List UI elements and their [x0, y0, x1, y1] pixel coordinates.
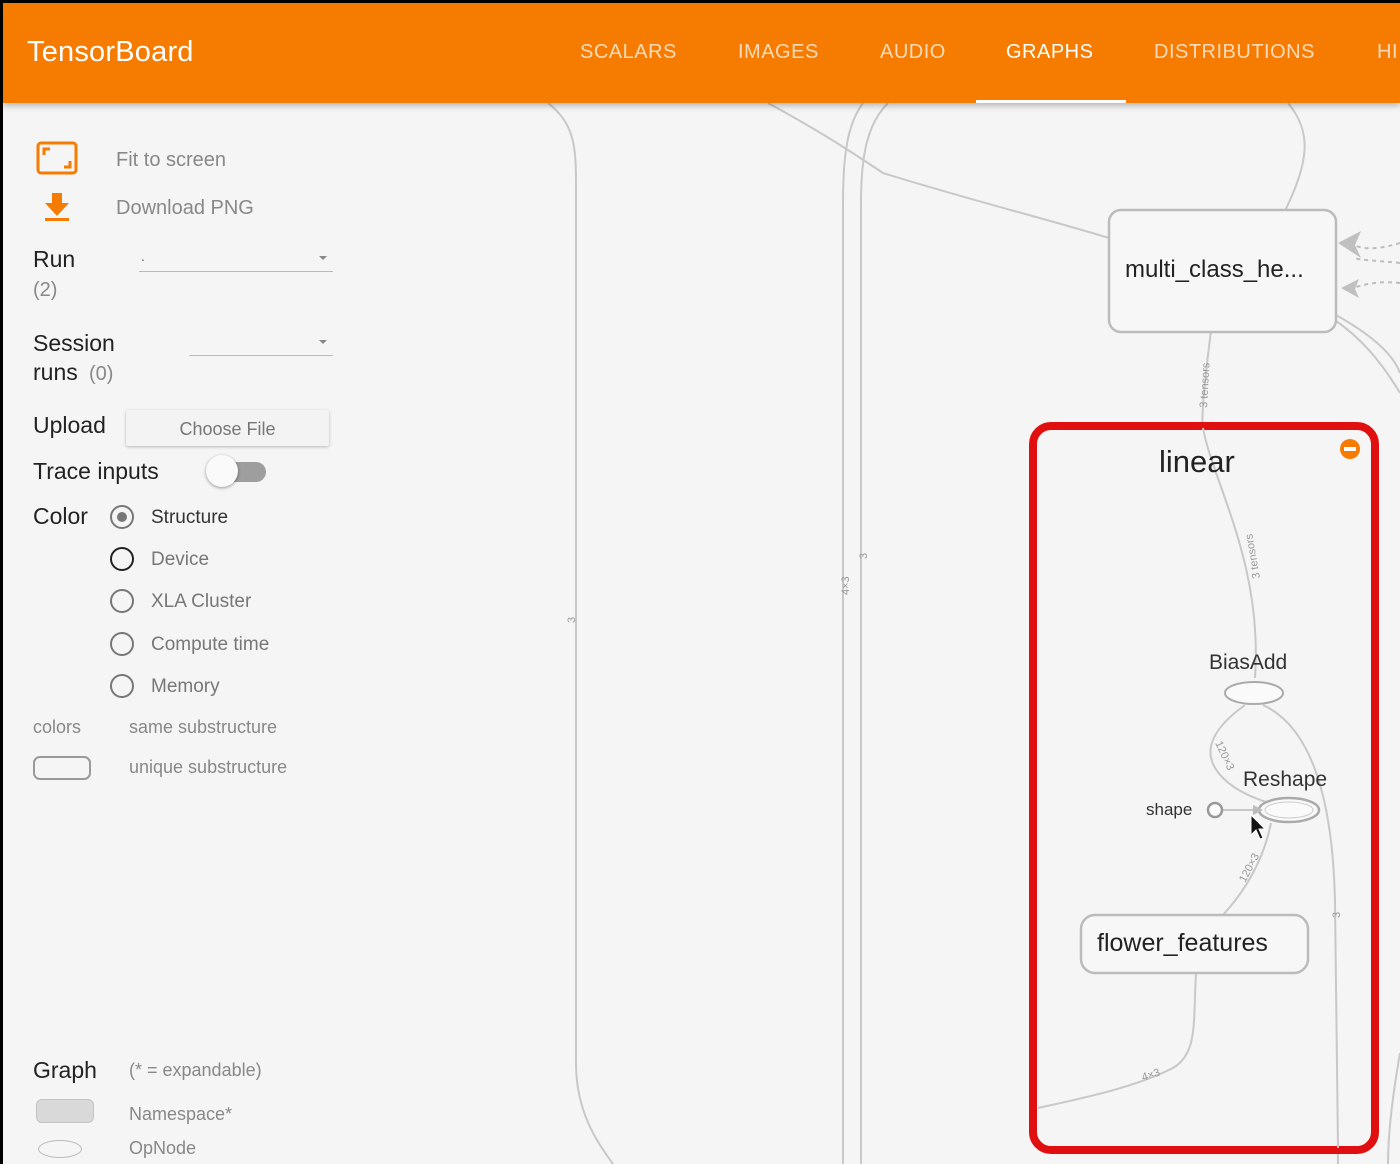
same-substructure-label: same substructure: [129, 717, 278, 737]
color-label: Color: [33, 503, 88, 529]
chevron-down-icon: [319, 256, 327, 260]
radio-label-device[interactable]: Device: [151, 549, 209, 571]
radio-label-xla-cluster[interactable]: XLA Cluster: [151, 591, 251, 613]
radio-selected-dot: [117, 512, 127, 522]
graph-edge: [1284, 103, 1306, 212]
biasadd-node: [1224, 681, 1284, 705]
graph-edge: [1335, 314, 1400, 374]
tab-audio[interactable]: AUDIO: [880, 41, 946, 64]
namespace-swatch: [36, 1099, 94, 1123]
fit-to-screen-icon[interactable]: [36, 141, 78, 175]
biasadd-label[interactable]: BiasAdd: [1209, 651, 1287, 675]
app-title: TensorBoard: [27, 36, 194, 68]
shape-label[interactable]: shape: [1146, 800, 1192, 820]
control-edge: [1352, 281, 1400, 289]
tab-histograms[interactable]: HI: [1377, 41, 1398, 64]
flower-features-label[interactable]: flower_features: [1097, 929, 1268, 958]
radio-device[interactable]: [110, 547, 134, 571]
multi-class-head-label[interactable]: multi_class_he...: [1125, 256, 1304, 284]
graph-edge: [547, 103, 614, 1164]
edge-label: 3: [858, 553, 870, 559]
sidebar: Fit to screen Download PNG Run (2) . Ses…: [3, 103, 383, 1164]
opnode-swatch: [38, 1140, 82, 1158]
session-runs-label-2: runs: [33, 359, 78, 385]
control-edge: [1352, 242, 1400, 250]
run-select[interactable]: .: [139, 248, 333, 272]
choose-file-button[interactable]: Choose File: [126, 410, 329, 446]
radio-structure[interactable]: [110, 505, 134, 529]
radio-compute-time[interactable]: [110, 632, 134, 656]
namespace-legend-label: Namespace*: [129, 1104, 233, 1124]
control-edge: [1352, 257, 1400, 264]
radio-label-compute-time[interactable]: Compute time: [151, 634, 269, 656]
unique-substructure-label: unique substructure: [129, 757, 288, 777]
graph-legend-label: Graph: [33, 1057, 97, 1083]
radio-memory[interactable]: [110, 674, 134, 698]
reshape-label[interactable]: Reshape: [1243, 768, 1327, 792]
active-tab-indicator: [976, 100, 1126, 103]
upload-label: Upload: [33, 412, 106, 438]
top-app-bar: TensorBoard SCALARS IMAGES AUDIO GRAPHS …: [3, 3, 1400, 103]
run-select-value: .: [141, 248, 145, 264]
arrowhead: [1341, 279, 1359, 298]
chevron-down-icon: [319, 340, 327, 344]
edge-label: 3: [566, 617, 578, 623]
session-runs-count: (0): [89, 363, 114, 385]
radio-label-memory[interactable]: Memory: [151, 676, 220, 698]
edge-label: 3 tensors: [1198, 362, 1212, 408]
tab-graphs[interactable]: GRAPHS: [1006, 41, 1093, 64]
edge-label: 3: [1331, 912, 1343, 918]
graph-edge: [767, 103, 1110, 239]
shape-node: [1206, 801, 1224, 819]
linear-namespace-label[interactable]: linear: [1159, 444, 1235, 480]
run-label: Run: [33, 246, 76, 272]
edge-label: 4×3: [840, 576, 852, 595]
download-icon[interactable]: [42, 191, 72, 223]
run-count: (2): [33, 279, 58, 301]
arrowhead: [1338, 231, 1361, 258]
trace-inputs-label: Trace inputs: [33, 458, 159, 484]
opnode-legend-label: OpNode: [129, 1138, 197, 1158]
tab-images[interactable]: IMAGES: [738, 41, 819, 64]
tab-scalars[interactable]: SCALARS: [580, 41, 677, 64]
graph-canvas[interactable]: 3 4×3 3 3 tensors 3 tensors 120×3 120×3 …: [383, 103, 1400, 1164]
fit-to-screen-button[interactable]: Fit to screen: [116, 149, 226, 172]
radio-xla-cluster[interactable]: [110, 589, 134, 613]
session-runs-select[interactable]: [189, 332, 333, 356]
radio-label-structure[interactable]: Structure: [151, 507, 228, 529]
graph-legend-note: (* = expandable): [129, 1060, 262, 1080]
tensorboard-app: TensorBoard SCALARS IMAGES AUDIO GRAPHS …: [3, 3, 1400, 1164]
tab-distributions[interactable]: DISTRIBUTIONS: [1154, 41, 1315, 64]
session-runs-label: Session: [33, 330, 115, 356]
graph-edge: [1387, 1052, 1400, 1164]
collapse-icon-bar: [1344, 447, 1356, 451]
graph-edge: [860, 103, 889, 1164]
unique-substructure-swatch: [33, 756, 91, 780]
colors-legend-label: colors: [33, 717, 82, 737]
toggle-knob[interactable]: [206, 455, 238, 487]
download-png-button[interactable]: Download PNG: [116, 197, 254, 220]
